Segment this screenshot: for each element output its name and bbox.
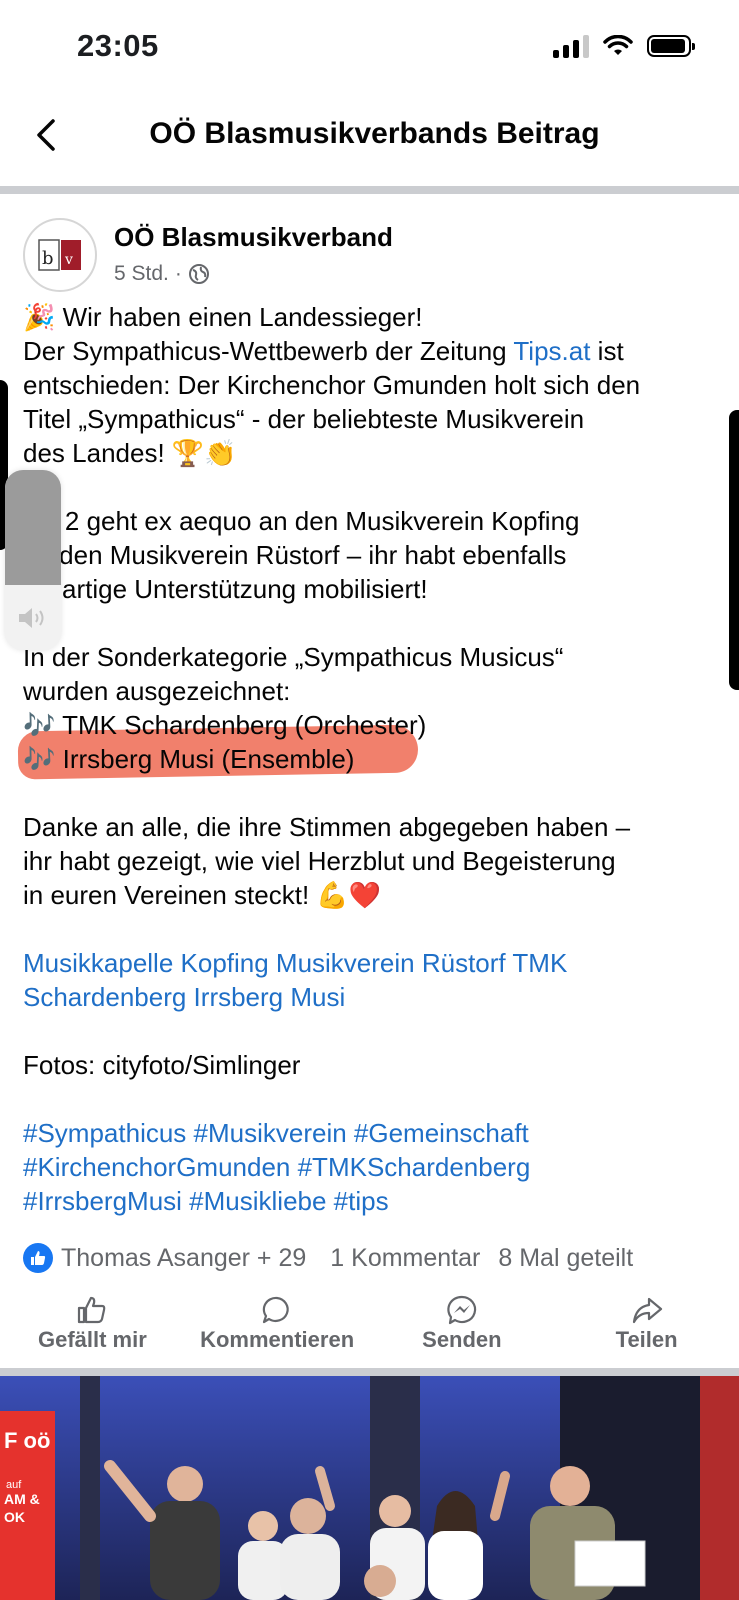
page-title: OÖ Blasmusikverbands Beitrag xyxy=(149,117,600,150)
svg-text:b: b xyxy=(42,248,54,269)
send-label: Senden xyxy=(422,1327,502,1352)
reactions-row[interactable]: Thomas Asanger + 29 1 Kommentar 8 Mal ge… xyxy=(23,1240,729,1276)
post-line: Der Sympathicus-Wettbewerb der Zeitung T… xyxy=(23,336,624,366)
status-time: 23:05 xyxy=(77,28,159,63)
post-text: 🎉 Wir haben einen Landessieger! Der Symp… xyxy=(23,300,728,1218)
post-line: nd den Musikverein Rüstorf – ihr habt eb… xyxy=(23,540,567,570)
hashtags[interactable]: #IrrsbergMusi #Musikliebe #tips xyxy=(23,1184,728,1218)
post-line: ihr habt gezeigt, wie viel Herzblut und … xyxy=(23,846,616,876)
tagged-pages[interactable]: Musikkapelle Kopfing Musikverein Rüstorf… xyxy=(23,946,728,980)
hashtags[interactable]: #Sympathicus #Musikverein #Gemeinschaft xyxy=(23,1116,728,1150)
post-line: 🎶 TMK Schardenberg (Orchester) xyxy=(23,710,427,740)
meta-separator: · xyxy=(174,262,182,285)
comment-count[interactable]: 1 Kommentar xyxy=(330,1244,480,1273)
share-arrow-icon xyxy=(632,1297,662,1324)
tips-link[interactable]: Tips.at xyxy=(513,336,590,366)
award-ceremony-photo: F oö auf AM & OK xyxy=(0,1376,739,1600)
post-line: In der Sonderkategorie „Sympathicus Musi… xyxy=(23,642,564,672)
share-count[interactable]: 8 Mal geteilt xyxy=(498,1244,633,1273)
post-line: des Landes! 🏆👏 xyxy=(23,438,237,468)
tagged-pages[interactable]: Schardenberg Irrsberg Musi xyxy=(23,980,728,1014)
post-line: roßartige Unterstützung mobilisiert! xyxy=(23,574,428,604)
post-photo[interactable]: F oö auf AM & OK xyxy=(0,1376,739,1600)
post-line: entschieden: Der Kirchenchor Gmunden hol… xyxy=(23,370,641,400)
page-avatar[interactable]: b v xyxy=(23,218,97,292)
thumbs-up-icon xyxy=(78,1296,106,1324)
svg-text:auf: auf xyxy=(6,1479,22,1491)
blasmusik-logo-icon: b v xyxy=(38,239,81,271)
speaker-icon xyxy=(19,608,44,628)
volume-hud[interactable] xyxy=(5,470,61,650)
header-divider xyxy=(0,186,739,194)
post-line: Danke an alle, die ihre Stimmen abgegebe… xyxy=(23,812,631,842)
cellular-signal-icon xyxy=(553,34,589,58)
reaction-names[interactable]: Thomas Asanger + 29 xyxy=(61,1244,306,1273)
svg-text:OK: OK xyxy=(4,1509,25,1525)
status-bar: 23:05 xyxy=(0,0,739,95)
action-divider xyxy=(0,1368,739,1376)
nav-header: OÖ Blasmusikverbands Beitrag xyxy=(0,95,739,185)
share-label: Teilen xyxy=(615,1327,678,1352)
comment-button[interactable]: Kommentieren xyxy=(185,1295,370,1365)
like-label: Gefällt mir xyxy=(37,1327,147,1352)
like-button[interactable]: Gefällt mir xyxy=(0,1295,185,1365)
svg-text:AM &: AM & xyxy=(4,1491,40,1507)
battery-icon xyxy=(647,35,695,57)
post-line: Titel „Sympathicus“ - der beliebteste Mu… xyxy=(23,404,585,434)
photo-credits: Fotos: cityfoto/Simlinger xyxy=(23,1050,301,1080)
like-reaction-icon xyxy=(23,1243,53,1273)
post-meta: 5 Std. · xyxy=(114,262,210,286)
comment-label: Kommentieren xyxy=(200,1327,355,1352)
comment-bubble-icon xyxy=(262,1296,289,1324)
svg-text:v: v xyxy=(64,252,73,268)
send-button[interactable]: Senden xyxy=(370,1295,555,1365)
volume-level xyxy=(5,470,61,586)
phone-edge-right xyxy=(729,410,739,690)
post-line: wurden ausgezeichnet: xyxy=(23,676,291,706)
action-bar: Gefällt mir Kommentieren Senden Teilen xyxy=(0,1295,739,1365)
status-icons xyxy=(553,34,695,58)
post-line: atz 2 geht ex aequo an den Musikverein K… xyxy=(23,506,580,536)
messenger-icon xyxy=(447,1295,477,1325)
post-line: 🎉 Wir haben einen Landessieger! xyxy=(23,302,423,332)
hashtags[interactable]: #KirchenchorGmunden #TMKSchardenberg xyxy=(23,1150,728,1184)
wifi-icon xyxy=(603,35,633,55)
globe-icon xyxy=(188,264,209,284)
post-author[interactable]: OÖ Blasmusikverband xyxy=(114,222,393,253)
sign-text: F oö xyxy=(4,1428,50,1453)
post-time: 5 Std. xyxy=(114,262,169,285)
post-line: in euren Vereinen steckt! 💪❤️ xyxy=(23,880,382,910)
highlighted-line: 🎶 Irrsberg Musi (Ensemble) xyxy=(23,744,355,774)
share-button[interactable]: Teilen xyxy=(554,1295,739,1365)
